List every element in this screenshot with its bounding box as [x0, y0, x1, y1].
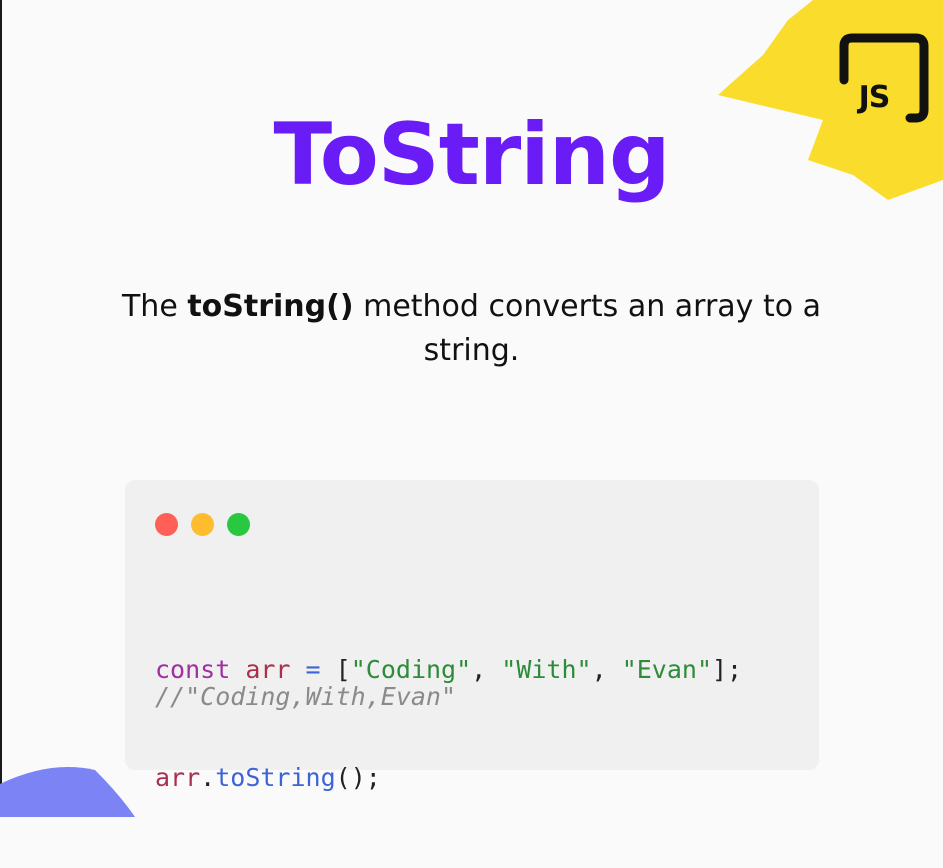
code-line-2: arr.toString(); [155, 760, 742, 796]
string-with: "With" [501, 655, 592, 684]
method-call: (); [335, 763, 381, 792]
code-block: const arr = ["Coding", "With", "Evan"]; … [155, 580, 742, 868]
description-after: method converts an array to a string. [353, 289, 821, 368]
keyword-const: const [155, 655, 231, 684]
separator-2: , [591, 655, 622, 684]
red-dot-icon [155, 513, 178, 536]
dot-accessor: . [200, 763, 216, 792]
description-method: toString() [187, 289, 354, 324]
bracket-open: [ [335, 655, 351, 684]
green-dot-icon [227, 513, 250, 536]
separator-1: , [471, 655, 502, 684]
page-title: ToString [273, 105, 670, 205]
yellow-dot-icon [191, 513, 214, 536]
blue-splash-decoration [0, 767, 135, 817]
operator-equals: = [305, 655, 321, 684]
code-window: const arr = ["Coding", "With", "Evan"]; … [125, 480, 819, 792]
code-comment: //"Coding,With,Evan" [155, 682, 457, 711]
string-coding: "Coding" [350, 655, 472, 684]
variable-arr-2: arr [155, 763, 201, 792]
description: The toString() method converts an array … [110, 285, 833, 373]
description-before: The [121, 289, 188, 324]
method-tostring: toString [215, 763, 336, 792]
bracket-close: ]; [712, 655, 743, 684]
string-evan: "Evan" [621, 655, 712, 684]
variable-arr: arr [245, 655, 291, 684]
